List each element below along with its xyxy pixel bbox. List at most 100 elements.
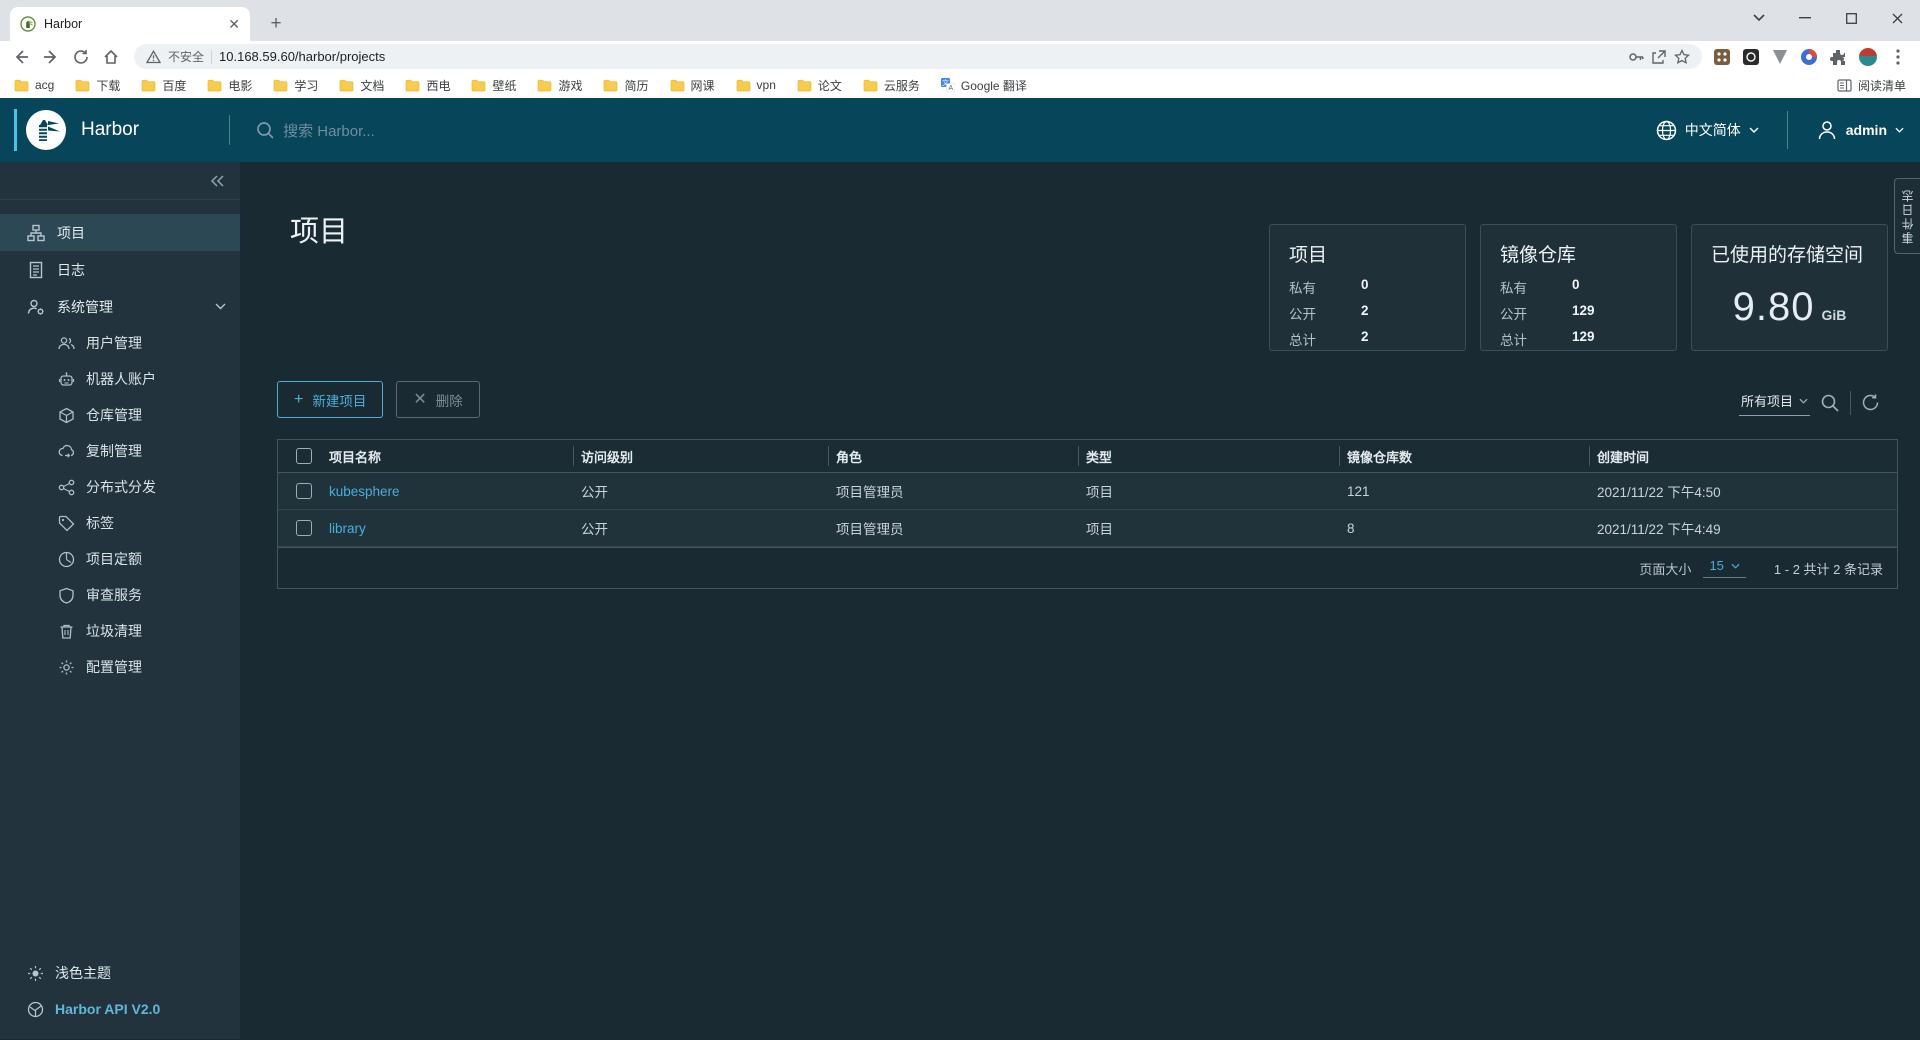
bookmark-item[interactable]: 简历 [603, 77, 648, 94]
cell-created: 2021/11/22 下午4:49 [1589, 518, 1897, 538]
harbor-header: Harbor 搜索 Harbor... 中文简体 admin [0, 98, 1920, 162]
tab-close-icon[interactable]: ✕ [228, 16, 240, 33]
browser-menu-icon[interactable] [1888, 47, 1908, 67]
global-search[interactable]: 搜索 Harbor... [256, 120, 375, 141]
sidebar-item-configuration[interactable]: 配置管理 [0, 649, 240, 685]
cube-icon [58, 407, 75, 424]
tag-icon [58, 515, 75, 532]
password-key-icon[interactable] [1628, 49, 1644, 65]
extension-grid-icon[interactable] [1712, 47, 1732, 67]
brand-name[interactable]: Harbor [81, 119, 139, 141]
bookmark-item[interactable]: 文档 [339, 77, 384, 94]
sidebar-item-project-quotas[interactable]: 项目定额 [0, 541, 240, 577]
back-icon[interactable] [8, 44, 34, 70]
main-content: 项目 项目 私有0 公开2 总计2 镜像仓库 私有0 公开129 总计129 已… [240, 162, 1920, 1039]
forward-icon[interactable] [38, 44, 64, 70]
filter-label: 所有项目 [1741, 391, 1793, 410]
reload-icon[interactable] [68, 44, 94, 70]
sidebar-item-distribution[interactable]: 分布式分发 [0, 469, 240, 505]
bookmark-item[interactable]: 游戏 [537, 77, 582, 94]
projects-table: 项目名称 访问级别 角色 类型 镜像仓库数 创建时间 kubesphere 公开… [277, 439, 1898, 589]
row-checkbox[interactable] [296, 520, 312, 536]
page-size-select[interactable]: 15 [1703, 558, 1745, 578]
share-icon[interactable] [1651, 49, 1667, 65]
column-header-access[interactable]: 访问级别 [573, 440, 828, 472]
extension-puzzle-icon[interactable] [1828, 47, 1848, 67]
bookmark-item[interactable]: vpn [736, 78, 776, 92]
column-header-created[interactable]: 创建时间 [1589, 440, 1897, 472]
extension-color-icon[interactable] [1799, 47, 1819, 67]
robot-icon [58, 371, 75, 388]
bookmark-star-icon[interactable] [1674, 49, 1690, 65]
security-label[interactable]: 不安全 [168, 48, 204, 65]
row-checkbox[interactable] [296, 483, 312, 499]
bookmark-item[interactable]: 百度 [141, 77, 186, 94]
page-size-value: 15 [1709, 558, 1723, 573]
sun-icon [27, 965, 44, 982]
bookmark-item[interactable]: 下载 [75, 77, 120, 94]
project-link[interactable]: library [329, 521, 366, 536]
bookmark-item[interactable]: 电影 [207, 77, 252, 94]
sidebar-item-replications[interactable]: 复制管理 [0, 433, 240, 469]
user-menu[interactable]: admin [1816, 119, 1904, 141]
event-log-tab[interactable]: 事件日志 [1894, 178, 1920, 254]
projects-toolbar: + 新建项目 ✕ 删除 [277, 381, 480, 418]
sidebar-item-labels[interactable]: 标签 [0, 505, 240, 541]
harbor-api-link[interactable]: Harbor API V2.0 [0, 991, 240, 1027]
browser-profile-avatar[interactable] [1857, 46, 1879, 68]
bookmark-item[interactable]: 云服务 [863, 77, 920, 94]
browser-tab[interactable]: Harbor ✕ [10, 7, 250, 41]
window-maximize-button[interactable] [1828, 0, 1874, 36]
sidebar-item-users[interactable]: 用户管理 [0, 325, 240, 361]
column-header-role[interactable]: 角色 [828, 440, 1078, 472]
card-title: 项目 [1289, 240, 1446, 267]
storage-value: 9.80 [1733, 285, 1815, 330]
harbor-logo-icon[interactable] [25, 109, 67, 151]
column-header-type[interactable]: 类型 [1078, 440, 1339, 472]
url-divider [211, 50, 212, 64]
language-selector[interactable]: 中文简体 [1656, 120, 1759, 141]
new-project-button[interactable]: + 新建项目 [277, 381, 383, 418]
not-secure-warning-icon[interactable] [146, 50, 161, 64]
sidebar-item-projects[interactable]: 项目 [0, 214, 240, 251]
bookmark-item[interactable]: 壁纸 [471, 77, 516, 94]
url-text[interactable]: 10.168.59.60/harbor/projects [219, 49, 1621, 64]
url-bar[interactable]: 不安全 10.168.59.60/harbor/projects [134, 44, 1702, 69]
window-minimize-button[interactable] [1782, 0, 1828, 36]
bookmark-item[interactable]: 西电 [405, 77, 450, 94]
delete-button[interactable]: ✕ 删除 [396, 381, 479, 418]
bookmark-item[interactable]: acg [14, 78, 54, 92]
reading-list-button[interactable]: 阅读清单 [1837, 77, 1906, 94]
column-header-name[interactable]: 项目名称 [321, 440, 573, 472]
project-filter-select[interactable]: 所有项目 [1739, 389, 1810, 416]
column-header-repo-count[interactable]: 镜像仓库数 [1339, 440, 1589, 472]
sidebar-item-robot-accounts[interactable]: 机器人账户 [0, 361, 240, 397]
theme-toggle[interactable]: 浅色主题 [0, 955, 240, 991]
sidebar-item-registries[interactable]: 仓库管理 [0, 397, 240, 433]
sidebar-item-interrogation-services[interactable]: 审查服务 [0, 577, 240, 613]
bookmark-item[interactable]: 网课 [670, 77, 715, 94]
home-icon[interactable] [98, 44, 124, 70]
cell-type: 项目 [1078, 518, 1339, 538]
select-all-checkbox[interactable] [296, 448, 312, 464]
storage-unit: GiB [1821, 307, 1846, 323]
window-close-button[interactable] [1874, 0, 1920, 36]
sidebar-item-label: 机器人账户 [86, 369, 156, 389]
sidebar-item-logs[interactable]: 日志 [0, 251, 240, 288]
extension-v-icon[interactable] [1770, 47, 1790, 67]
browser-address-bar: 不安全 10.168.59.60/harbor/projects [0, 41, 1920, 72]
globe-icon [1656, 120, 1677, 141]
bookmark-item[interactable]: 论文 [797, 77, 842, 94]
sidebar-item-garbage-collection[interactable]: 垃圾清理 [0, 613, 240, 649]
sidebar-collapse-icon[interactable] [210, 175, 224, 187]
tab-title: Harbor [44, 17, 220, 31]
sidebar-item-administration[interactable]: 系统管理 [0, 288, 240, 325]
bookmark-item[interactable]: 学习 [273, 77, 318, 94]
bookmark-google-translate[interactable]: 文AGoogle 翻译 [941, 77, 1027, 94]
table-search-icon[interactable] [1820, 393, 1840, 413]
refresh-icon[interactable] [1861, 393, 1880, 412]
new-tab-button[interactable]: + [262, 10, 290, 38]
extension-camera-icon[interactable] [1741, 47, 1761, 67]
tab-search-icon[interactable] [1736, 0, 1782, 36]
project-link[interactable]: kubesphere [329, 484, 400, 499]
